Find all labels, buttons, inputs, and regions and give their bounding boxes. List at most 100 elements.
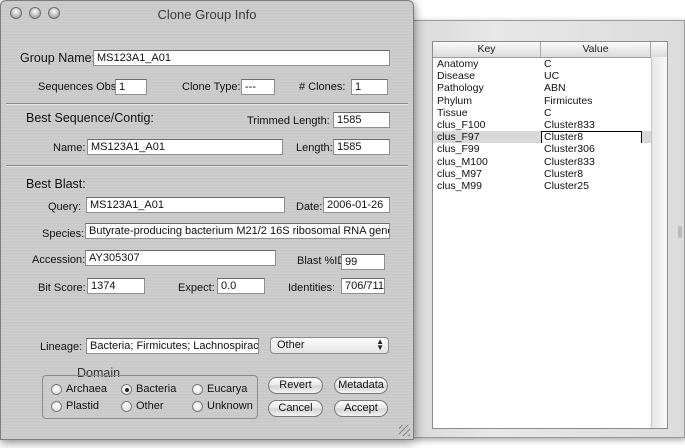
radio-other[interactable]	[121, 401, 132, 412]
lineage-popup[interactable]: Other ▲ ▼	[270, 337, 389, 354]
divider	[6, 103, 408, 105]
cell-value: Cluster833	[541, 119, 667, 131]
table-row[interactable]: clus_F97 Cluster8	[433, 131, 667, 144]
radio-eucarya[interactable]	[192, 384, 203, 395]
cell-key: clus_F97	[437, 131, 480, 144]
accession-field[interactable]: AY305307	[85, 250, 276, 266]
bit-score-field[interactable]: 1374	[87, 278, 145, 294]
cell-value-text: C	[544, 106, 552, 119]
popup-arrows-icon: ▲ ▼	[376, 337, 384, 352]
window-title: Clone Group Info	[157, 7, 257, 22]
radio-eucarya-label: Eucarya	[207, 383, 248, 395]
cancel-button[interactable]: Cancel	[268, 400, 323, 417]
metadata-button[interactable]: Metadata	[334, 377, 388, 394]
cell-key: Pathology	[437, 82, 484, 95]
table-row[interactable]: Tissue C	[433, 107, 667, 119]
cell-value-text: Cluster8	[541, 131, 642, 144]
cell-value-text: Cluster8	[544, 167, 584, 180]
cell-key: clus_F100	[437, 118, 486, 131]
clone-group-info-window: Clone Group Info Group Name: MS123A1_A01…	[0, 0, 414, 440]
table-row[interactable]: clus_F99 Cluster306	[433, 143, 667, 155]
cell-value: ABN	[541, 82, 667, 94]
column-header-key[interactable]: Key	[433, 42, 541, 57]
cell-value: Firmicutes	[541, 95, 667, 107]
cell-value: Cluster25	[541, 180, 667, 192]
cell-value-text: Firmicutes	[544, 94, 593, 107]
table-row[interactable]: clus_M100 Cluster833	[433, 156, 667, 168]
num-clones-field[interactable]: 1	[351, 79, 388, 95]
sequences-obs-field[interactable]: 1	[115, 79, 147, 95]
metadata-drawer: Key Value Anatomy C Disease UC Pathology ABN P…	[412, 20, 685, 438]
radio-bacteria-label: Bacteria	[136, 383, 177, 395]
radio-plastid-label: Plastid	[66, 400, 100, 412]
blast-pct-id-field[interactable]: 99	[341, 254, 385, 270]
identities-label: Identities:	[288, 282, 336, 294]
cell-key: clus_M100	[437, 155, 488, 168]
revert-button[interactable]: Revert	[268, 377, 323, 394]
cell-key: clus_M97	[437, 167, 482, 180]
cell-value-text: Cluster306	[544, 143, 595, 156]
clone-type-label: Clone Type:	[182, 81, 241, 93]
species-label: Species:	[42, 228, 85, 240]
cell-value[interactable]: Cluster8	[541, 131, 667, 144]
expect-field[interactable]: 0.0	[217, 278, 265, 294]
cell-value: C	[541, 107, 667, 119]
metadata-table[interactable]: Key Value Anatomy C Disease UC Pathology ABN P…	[432, 41, 668, 429]
num-clones-label: # Clones:	[299, 81, 346, 93]
table-row[interactable]: Pathology ABN	[433, 82, 667, 94]
accept-button[interactable]: Accept	[334, 400, 388, 417]
cell-value-text: ABN	[544, 82, 566, 95]
header-corner	[651, 42, 667, 57]
table-row[interactable]: Anatomy C	[433, 58, 667, 70]
date-field[interactable]: 2006-01-26	[323, 197, 390, 213]
column-header-value[interactable]: Value	[541, 42, 651, 57]
cell-value: UC	[541, 70, 667, 82]
cell-value: Cluster306	[541, 143, 667, 155]
cell-key: Disease	[437, 70, 475, 83]
bit-score-label: Bit Score:	[38, 282, 86, 294]
trimmed-length-field[interactable]: 1585	[333, 112, 390, 128]
length-label: Length:	[296, 142, 333, 154]
radio-bacteria[interactable]	[121, 384, 132, 395]
cell-key: clus_F99	[437, 143, 480, 156]
length-field[interactable]: 1585	[333, 139, 390, 155]
lineage-field[interactable]: Bacteria; Firmicutes; Lachnospiracea	[86, 338, 259, 354]
cell-value-text: Cluster25	[544, 179, 589, 192]
cell-value-text: UC	[544, 70, 560, 83]
identities-field[interactable]: 706/711	[341, 278, 385, 294]
lineage-popup-value: Other	[277, 339, 305, 351]
title-bar[interactable]: Clone Group Info	[1, 1, 413, 25]
radio-archaea[interactable]	[51, 384, 62, 395]
group-name-label: Group Name:	[20, 51, 96, 65]
sequences-obs-label: Sequences Obs:	[38, 81, 120, 93]
table-row[interactable]: Phylum Firmicutes	[433, 95, 667, 107]
expect-label: Expect:	[178, 282, 215, 294]
cell-value: C	[541, 58, 667, 70]
species-field[interactable]: Butyrate-producing bacterium M21/2 16S r…	[85, 223, 390, 239]
radio-plastid[interactable]	[51, 401, 62, 412]
sequence-name-field[interactable]: MS123A1_A01	[87, 139, 283, 155]
divider	[6, 165, 408, 167]
cell-key: Tissue	[437, 106, 468, 119]
group-name-field[interactable]: MS123A1_A01	[93, 50, 390, 66]
lineage-label: Lineage:	[40, 341, 83, 353]
clone-type-field[interactable]: ---	[241, 79, 275, 95]
table-header: Key Value	[433, 42, 667, 58]
trimmed-length-label: Trimmed Length:	[247, 115, 330, 127]
table-row[interactable]: clus_M97 Cluster8	[433, 168, 667, 180]
drawer-handle[interactable]	[678, 226, 682, 238]
radio-unknown-label: Unknown	[207, 400, 253, 412]
cell-value: Cluster833	[541, 156, 667, 168]
query-field[interactable]: MS123A1_A01	[86, 197, 285, 213]
table-row[interactable]: clus_F100 Cluster833	[433, 119, 667, 131]
table-row[interactable]: clus_M99 Cluster25	[433, 180, 667, 192]
resize-grip-icon[interactable]	[399, 425, 410, 436]
radio-unknown[interactable]	[192, 401, 203, 412]
accession-label: Accession:	[32, 254, 86, 266]
cell-value-text: Cluster833	[544, 118, 595, 131]
table-row[interactable]: Disease UC	[433, 70, 667, 82]
query-label: Query:	[48, 201, 82, 213]
date-label: Date:	[296, 201, 323, 213]
best-sequence-heading: Best Sequence/Contig:	[26, 111, 154, 125]
table-scrollbar[interactable]	[651, 57, 667, 428]
